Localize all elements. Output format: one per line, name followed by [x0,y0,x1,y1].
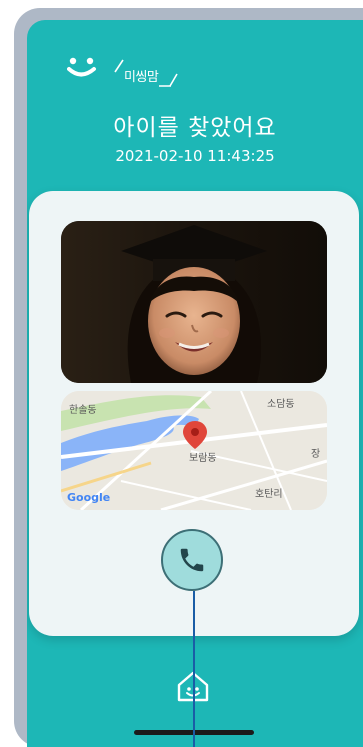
brand-logo: 미씽맘 [67,52,207,98]
map-label-hansol: 한솔동 [69,405,97,416]
google-attribution: Google [67,491,111,504]
call-button[interactable] [161,529,223,591]
phone-icon [180,548,204,572]
found-datetime: 2021-02-10 11:43:25 [115,147,275,165]
child-photo [61,221,327,383]
found-child-card: 한솔동 소담동 보람동 장 호탄리 Google [29,191,359,636]
location-map[interactable]: 한솔동 소담동 보람동 장 호탄리 Google [61,391,327,510]
page-title: 아이를 찾았어요 [113,115,277,141]
pointer-line [193,591,195,747]
map-label-jang: 장 [311,449,321,460]
map-label-hotan: 호탄리 [255,489,283,500]
map-label-boram: 보람동 [189,453,217,464]
app-screen: 미씽맘 아이를 찾았어요 2021-02-10 11:43:25 한솔동 소담동… [27,20,363,747]
map-label-sodam: 소담동 [267,399,295,410]
brand-name: 미씽맘 [124,70,159,85]
